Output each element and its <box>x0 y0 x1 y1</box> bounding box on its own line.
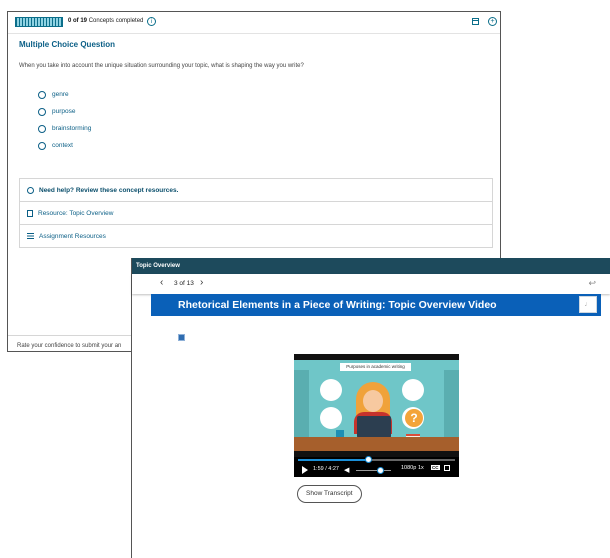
question-type-heading: Multiple Choice Question <box>19 40 116 49</box>
resource-label: Resource: Topic Overview <box>38 209 114 217</box>
confidence-prompt: Rate your confidence to submit your an <box>17 343 122 349</box>
scene-wall-left <box>294 370 309 437</box>
answer-option-label: brainstorming <box>52 125 92 132</box>
video-controls: 1:59 / 4:27 ◀ 1080p 1x CC <box>294 456 459 477</box>
volume-handle[interactable] <box>377 467 384 474</box>
help-resources-panel: Need help? Review these concept resource… <box>19 178 493 248</box>
seek-bar[interactable] <box>298 456 455 463</box>
video-title-banner: Rhetorical Elements in a Piece of Writin… <box>151 294 601 316</box>
fullscreen-icon[interactable] <box>444 465 450 471</box>
seek-handle[interactable] <box>364 456 372 463</box>
info-icon[interactable]: i <box>147 17 156 26</box>
answer-option-label: purpose <box>52 108 76 115</box>
magnifier-bubble-icon <box>320 407 342 429</box>
question-mark-icon: ? <box>405 409 423 427</box>
volume-slider[interactable] <box>356 470 391 471</box>
people-bubble-icon <box>402 379 424 401</box>
desk-illustration <box>294 437 459 451</box>
document-icon <box>27 209 33 217</box>
answer-options: genre purpose brainstorming context <box>38 86 91 154</box>
slide-label: Purposes in academic writing <box>340 363 411 371</box>
quality-button[interactable]: 1080p <box>401 465 416 471</box>
seek-progress <box>298 459 369 461</box>
list-icon <box>27 233 34 239</box>
divider <box>8 335 132 336</box>
quiz-topbar: 0 of 19 Concepts completed i + <box>8 12 500 34</box>
chevron-left-icon[interactable]: ‹ <box>160 277 163 288</box>
answer-option-label: context <box>52 142 73 149</box>
captions-button[interactable]: CC <box>431 465 440 470</box>
illustration-face <box>363 390 383 412</box>
media-icon[interactable] <box>178 334 185 341</box>
answer-option-label: genre <box>52 91 69 98</box>
back-arrow-icon[interactable]: ↩ <box>588 278 596 289</box>
radio-button[interactable] <box>38 90 46 99</box>
question-bubble-icon: ? <box>402 407 424 429</box>
window-title: Topic Overview <box>132 258 610 274</box>
play-icon[interactable] <box>302 466 308 474</box>
resource-link-topic-overview[interactable]: Resource: Topic Overview <box>20 202 492 225</box>
speaker-icon[interactable]: ♩ <box>579 296 597 313</box>
video-title: Rhetorical Elements in a Piece of Writin… <box>178 299 497 311</box>
need-help-label: Need help? Review these concept resource… <box>39 186 179 194</box>
radio-button[interactable] <box>38 124 46 133</box>
show-transcript-button[interactable]: Show Transcript <box>297 485 362 503</box>
calendar-icon[interactable] <box>472 18 479 25</box>
video-player[interactable]: Purposes in academic writing ? 1:59 / 4:… <box>294 354 459 477</box>
topic-overview-window: Topic Overview ‹ 3 of 13 › ↩ Rhetorical … <box>131 258 610 558</box>
need-help-toggle[interactable]: Need help? Review these concept resource… <box>20 179 492 202</box>
radio-button[interactable] <box>38 141 46 150</box>
chevron-right-icon[interactable]: › <box>200 277 203 288</box>
slide-navigation: ‹ 3 of 13 › ↩ <box>132 274 610 294</box>
resource-link-assignment[interactable]: Assignment Resources <box>20 225 492 247</box>
playback-time: 1:59 / 4:27 <box>313 466 339 472</box>
plus-circle-icon[interactable]: + <box>488 17 497 26</box>
slide-counter: 3 of 13 <box>174 280 194 287</box>
answer-option[interactable]: brainstorming <box>38 120 91 137</box>
question-text: When you take into account the unique si… <box>19 63 304 69</box>
volume-icon[interactable]: ◀ <box>344 466 349 474</box>
clock-bubble-icon <box>320 379 342 401</box>
concepts-completed: 0 of 19 Concepts completed <box>68 18 144 24</box>
answer-option[interactable]: context <box>38 137 91 154</box>
concept-progress-bar <box>15 17 63 27</box>
video-frame: Purposes in academic writing ? <box>294 360 459 451</box>
speed-button[interactable]: 1x <box>418 465 424 471</box>
answer-option[interactable]: purpose <box>38 103 91 120</box>
laptop-illustration <box>357 416 391 438</box>
scene-wall-right <box>444 370 459 437</box>
resource-label: Assignment Resources <box>39 232 106 240</box>
chevron-down-circle-icon <box>27 186 34 194</box>
radio-button[interactable] <box>38 107 46 116</box>
answer-option[interactable]: genre <box>38 86 91 103</box>
